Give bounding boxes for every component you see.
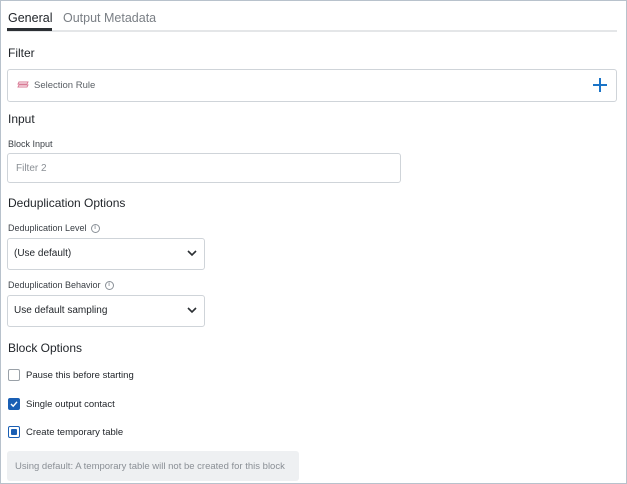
tab-bar: General Output Metadata [7,1,617,32]
dedup-section-title: Deduplication Options [8,196,126,210]
block-options-section-title: Block Options [8,341,83,355]
selection-rule-box[interactable]: Selection Rule [7,69,617,102]
chevron-down-icon [187,307,197,314]
selection-rule-label: Selection Rule [34,80,96,91]
tab-output-metadata-label: Output Metadata [63,11,157,25]
dedup-level-select[interactable]: (Use default) [7,238,205,270]
create-temporary-table-label: Create temporary table [26,426,124,438]
active-tab-indicator [7,28,52,31]
single-output-contact-label: Single output contact [26,398,115,410]
pause-before-starting-option[interactable]: Pause this before starting [8,369,134,381]
filter-section-title: Filter [8,46,35,60]
pause-before-starting-checkbox[interactable] [8,369,20,381]
info-icon[interactable]: i [104,280,114,290]
create-temporary-table-checkbox[interactable] [8,426,20,438]
tab-output-metadata[interactable]: Output Metadata [63,11,156,25]
dedup-behavior-value: Use default sampling [14,305,108,316]
temporary-table-note-text: Using default: A temporary table will no… [15,461,285,472]
add-rule-button[interactable] [590,75,610,95]
temporary-table-note: Using default: A temporary table will no… [7,451,299,481]
single-output-contact-option[interactable]: Single output contact [8,398,115,410]
input-section-title: Input [8,112,35,126]
create-temporary-table-option[interactable]: Create temporary table [8,426,123,438]
dedup-level-label-text: Deduplication Level [8,223,87,233]
dedup-level-label: Deduplication Level i [8,223,100,233]
dedup-behavior-label-text: Deduplication Behavior [8,280,101,290]
tab-general[interactable]: General [8,11,52,25]
dedup-behavior-label: Deduplication Behavior i [8,280,114,290]
single-output-contact-checkbox[interactable] [8,398,20,410]
block-input-label: Block Input [8,139,53,149]
block-input-label-text: Block Input [8,139,53,149]
block-settings-panel: General Output Metadata Filter Selection… [0,0,627,484]
selection-rule-icon [17,81,29,88]
chevron-down-icon [187,250,197,257]
tab-general-label: General [8,11,53,25]
block-input-field[interactable] [7,153,401,183]
dedup-behavior-select[interactable]: Use default sampling [7,295,205,327]
dedup-level-value: (Use default) [14,248,72,259]
pause-before-starting-label: Pause this before starting [26,369,134,381]
checkmark-icon [10,401,18,408]
info-icon[interactable]: i [90,223,100,233]
